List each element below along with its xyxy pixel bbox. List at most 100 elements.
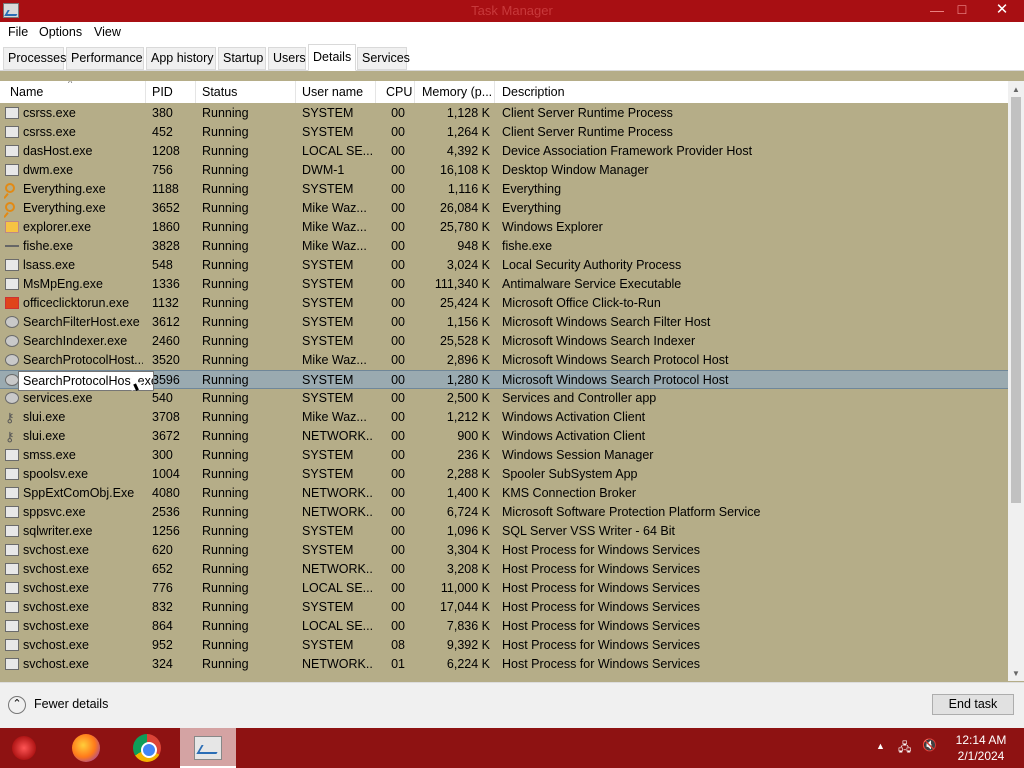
process-description: Microsoft Windows Search Filter Host <box>502 315 711 329</box>
process-user: NETWORK... <box>302 505 372 519</box>
network-icon[interactable]: 🖧 <box>898 738 911 759</box>
scroll-down-icon[interactable]: ▼ <box>1012 669 1020 678</box>
process-pid: 1132 <box>152 296 179 310</box>
table-row[interactable]: svchost.exe 952 Running SYSTEM 08 9,392 K Host… <box>0 636 1008 655</box>
menu-options[interactable]: Options <box>39 25 82 39</box>
window-icon <box>4 598 20 617</box>
table-row[interactable]: officeclicktorun.exe 1132 Running SYSTEM 00 2… <box>0 294 1008 313</box>
column-header-cpu[interactable]: CPU <box>376 81 415 103</box>
process-cpu: 00 <box>391 258 405 272</box>
process-status: Running <box>202 429 249 443</box>
vertical-scrollbar[interactable]: ▲ ▼ <box>1008 81 1024 681</box>
column-header-description[interactable]: Description <box>495 81 1008 103</box>
tab-details[interactable]: Details <box>308 44 356 71</box>
table-row[interactable]: sppsvc.exe 2536 Running NETWORK... 00 6,724 K… <box>0 503 1008 522</box>
scroll-thumb[interactable] <box>1011 97 1021 503</box>
process-name: SppExtComObj.Exe <box>23 486 135 500</box>
magnifier-icon <box>4 180 20 199</box>
process-pid: 540 <box>152 391 173 405</box>
chevron-up-icon[interactable]: ⌃ <box>8 696 26 714</box>
process-status: Running <box>202 524 249 538</box>
tab-processes[interactable]: Processes <box>3 47 66 70</box>
tab-services[interactable]: Services <box>357 47 410 70</box>
process-memory: 236 K <box>457 448 490 462</box>
table-row[interactable]: svchost.exe 864 Running LOCAL SE... 00 7,836 … <box>0 617 1008 636</box>
tab-startup[interactable]: Startup <box>218 47 266 70</box>
process-cpu: 00 <box>391 315 405 329</box>
table-row[interactable]: dwm.exe 756 Running DWM-1 00 16,108 K Desktop … <box>0 161 1008 180</box>
table-row[interactable]: dasHost.exe 1208 Running LOCAL SE... 00 4,392… <box>0 142 1008 161</box>
process-status: Running <box>202 638 249 652</box>
taskbar-chrome[interactable] <box>119 728 175 768</box>
table-row[interactable]: csrss.exe 452 Running SYSTEM 00 1,264 K Client… <box>0 123 1008 142</box>
show-hidden-icons-icon[interactable]: ▲ <box>876 741 885 751</box>
process-user: SYSTEM <box>302 296 354 310</box>
fewer-details-link[interactable]: Fewer details <box>34 697 108 711</box>
table-row[interactable]: svchost.exe 324 Running NETWORK... 01 6,224 K… <box>0 655 1008 674</box>
column-header-status[interactable]: Status <box>196 81 296 103</box>
process-memory: 25,528 K <box>439 334 490 348</box>
table-row[interactable]: sqlwriter.exe 1256 Running SYSTEM 00 1,096 K S… <box>0 522 1008 541</box>
tab-app-history[interactable]: App history <box>146 47 216 70</box>
table-row[interactable]: svchost.exe 652 Running NETWORK... 00 3,208 K… <box>0 560 1008 579</box>
process-description: Host Process for Windows Services <box>502 562 700 576</box>
table-row[interactable]: Everything.exe 1188 Running SYSTEM 00 1,116 K… <box>0 180 1008 199</box>
table-row[interactable]: SearchProtocolHost.... 3520 Running Mike Wa… <box>0 351 1008 370</box>
taskbar-clock[interactable]: 12:14 AM 2/1/2024 <box>950 732 1012 764</box>
process-cpu: 00 <box>391 562 405 576</box>
taskbar-task-manager[interactable] <box>180 728 236 768</box>
window-icon <box>4 617 20 636</box>
table-row[interactable]: SearchFilterHost.exe 3612 Running SYSTEM 00 1… <box>0 313 1008 332</box>
table-row[interactable]: svchost.exe 776 Running LOCAL SE... 00 11,000… <box>0 579 1008 598</box>
volume-muted-icon[interactable]: 🔇 <box>922 738 937 752</box>
table-row[interactable]: csrss.exe 380 Running SYSTEM 00 1,128 K Client… <box>0 104 1008 123</box>
menu-file[interactable]: File <box>8 25 28 39</box>
scroll-up-icon[interactable]: ▲ <box>1012 85 1020 94</box>
column-header-name[interactable]: ^ Name <box>0 81 146 103</box>
table-row[interactable]: slui.exe 3708 Running Mike Waz... 00 1,212 K W… <box>0 408 1008 427</box>
tab-performance[interactable]: Performance <box>66 47 144 70</box>
process-description: Client Server Runtime Process <box>502 125 673 139</box>
process-description: Windows Session Manager <box>502 448 654 462</box>
table-row[interactable]: smss.exe 300 Running SYSTEM 00 236 K Windows S… <box>0 446 1008 465</box>
process-cpu: 00 <box>391 467 405 481</box>
process-pid: 1256 <box>152 524 180 538</box>
process-status: Running <box>202 182 249 196</box>
magnifier-icon <box>4 199 20 218</box>
table-row[interactable]: SearchIndexer.exe 2460 Running SYSTEM 00 25,5… <box>0 332 1008 351</box>
process-status: Running <box>202 201 249 215</box>
tab-users[interactable]: Users <box>268 47 306 70</box>
process-memory: 2,896 K <box>446 353 490 367</box>
column-header-user-name[interactable]: User name <box>296 81 376 103</box>
column-header-pid[interactable]: PID <box>146 81 196 103</box>
table-row[interactable]: lsass.exe 548 Running SYSTEM 00 3,024 K Local … <box>0 256 1008 275</box>
close-button[interactable]: ✕ <box>983 0 1021 22</box>
table-row[interactable]: fishe.exe 3828 Running Mike Waz... 00 948 K fi… <box>0 237 1008 256</box>
search-user-icon <box>4 313 20 332</box>
process-memory: 111,340 K <box>434 277 490 291</box>
process-status: Running <box>202 106 249 120</box>
process-description: Windows Explorer <box>502 220 603 234</box>
maximize-button[interactable]: ☐ <box>945 0 979 22</box>
table-row[interactable]: svchost.exe 832 Running SYSTEM 00 17,044 K Hos… <box>0 598 1008 617</box>
key-icon <box>4 427 20 446</box>
table-row[interactable]: explorer.exe 1860 Running Mike Waz... 00 25,7… <box>0 218 1008 237</box>
taskbar-firefox[interactable] <box>58 728 114 768</box>
table-row[interactable]: MsMpEng.exe 1336 Running SYSTEM 00 111,340 K A… <box>0 275 1008 294</box>
table-row[interactable]: svchost.exe 620 Running SYSTEM 00 3,304 K Host… <box>0 541 1008 560</box>
end-task-button[interactable]: End task <box>932 694 1014 715</box>
process-cpu: 00 <box>391 353 405 367</box>
table-row[interactable]: services.exe 540 Running SYSTEM 00 2,500 K Ser… <box>0 389 1008 408</box>
column-header-memory[interactable]: Memory (p... <box>415 81 495 103</box>
table-row[interactable]: spoolsv.exe 1004 Running SYSTEM 00 2,288 K Spo… <box>0 465 1008 484</box>
process-cpu: 08 <box>391 638 405 652</box>
process-user: SYSTEM <box>302 543 354 557</box>
process-pid: 300 <box>152 448 173 462</box>
window-icon <box>4 104 20 123</box>
table-row[interactable]: slui.exe 3672 Running NETWORK... 00 900 K Wind… <box>0 427 1008 446</box>
table-row[interactable]: Everything.exe 3652 Running Mike Waz... 00 26… <box>0 199 1008 218</box>
process-status: Running <box>202 600 249 614</box>
menu-view[interactable]: View <box>94 25 121 39</box>
start-button[interactable] <box>6 732 42 764</box>
table-row[interactable]: SppExtComObj.Exe 4080 Running NETWORK... 00 1… <box>0 484 1008 503</box>
